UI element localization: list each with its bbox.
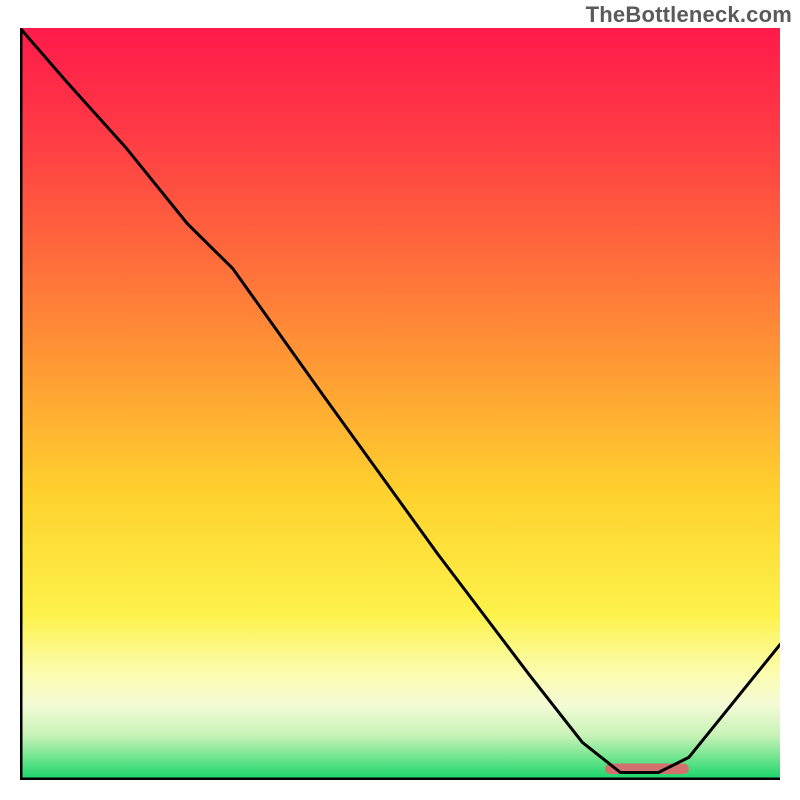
plot-area: [20, 28, 780, 780]
chart-container: TheBottleneck.com: [0, 0, 800, 800]
watermark-label: TheBottleneck.com: [586, 2, 792, 28]
gradient-background: [20, 28, 780, 780]
chart-svg: [20, 28, 780, 780]
